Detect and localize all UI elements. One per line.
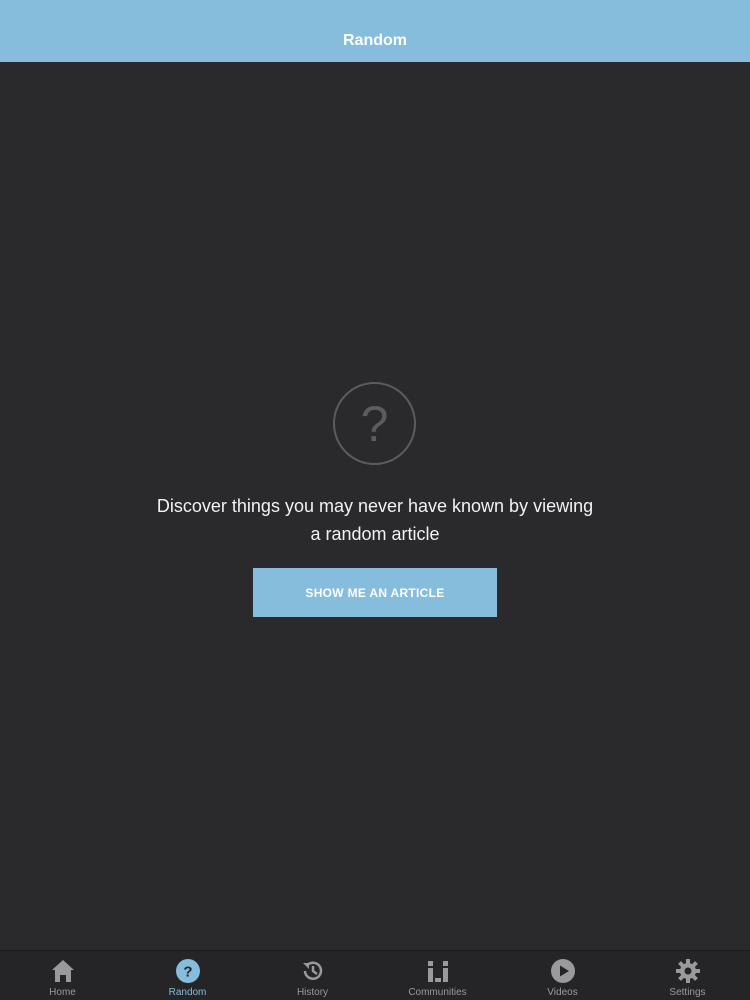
page-title: Random xyxy=(343,32,407,49)
history-icon xyxy=(302,961,322,980)
tab-label-history: History xyxy=(296,987,329,998)
show-article-button[interactable]: SHOW ME AN ARTICLE xyxy=(253,568,497,617)
top-bar: Random xyxy=(0,0,750,62)
tab-random[interactable]: ? Random xyxy=(125,951,250,1000)
home-icon xyxy=(51,960,74,982)
random-description: Discover things you may never have known… xyxy=(156,496,594,544)
tab-home[interactable]: Home xyxy=(0,951,125,1000)
main-content: ? Discover things you may never have kno… xyxy=(0,62,750,950)
tab-label-communities: Communities xyxy=(408,987,467,998)
tab-label-random: Random xyxy=(168,987,207,998)
tab-settings[interactable]: Settings xyxy=(625,951,750,1000)
tab-label-home: Home xyxy=(49,987,76,998)
question-icon: ? xyxy=(175,959,200,983)
bottom-tab-bar: Home ? Random History Communities Videos xyxy=(0,950,750,1000)
tab-videos[interactable]: Videos xyxy=(500,951,625,1000)
play-icon xyxy=(550,959,575,983)
tab-label-videos: Videos xyxy=(547,987,578,998)
gear-icon xyxy=(675,959,700,983)
tab-label-settings: Settings xyxy=(669,987,706,998)
tab-history[interactable]: History xyxy=(250,951,375,1000)
communities-icon xyxy=(427,961,448,982)
tab-communities[interactable]: Communities xyxy=(375,951,500,1000)
svg-text:?: ? xyxy=(183,964,192,981)
question-mark-icon: ? xyxy=(333,382,416,465)
